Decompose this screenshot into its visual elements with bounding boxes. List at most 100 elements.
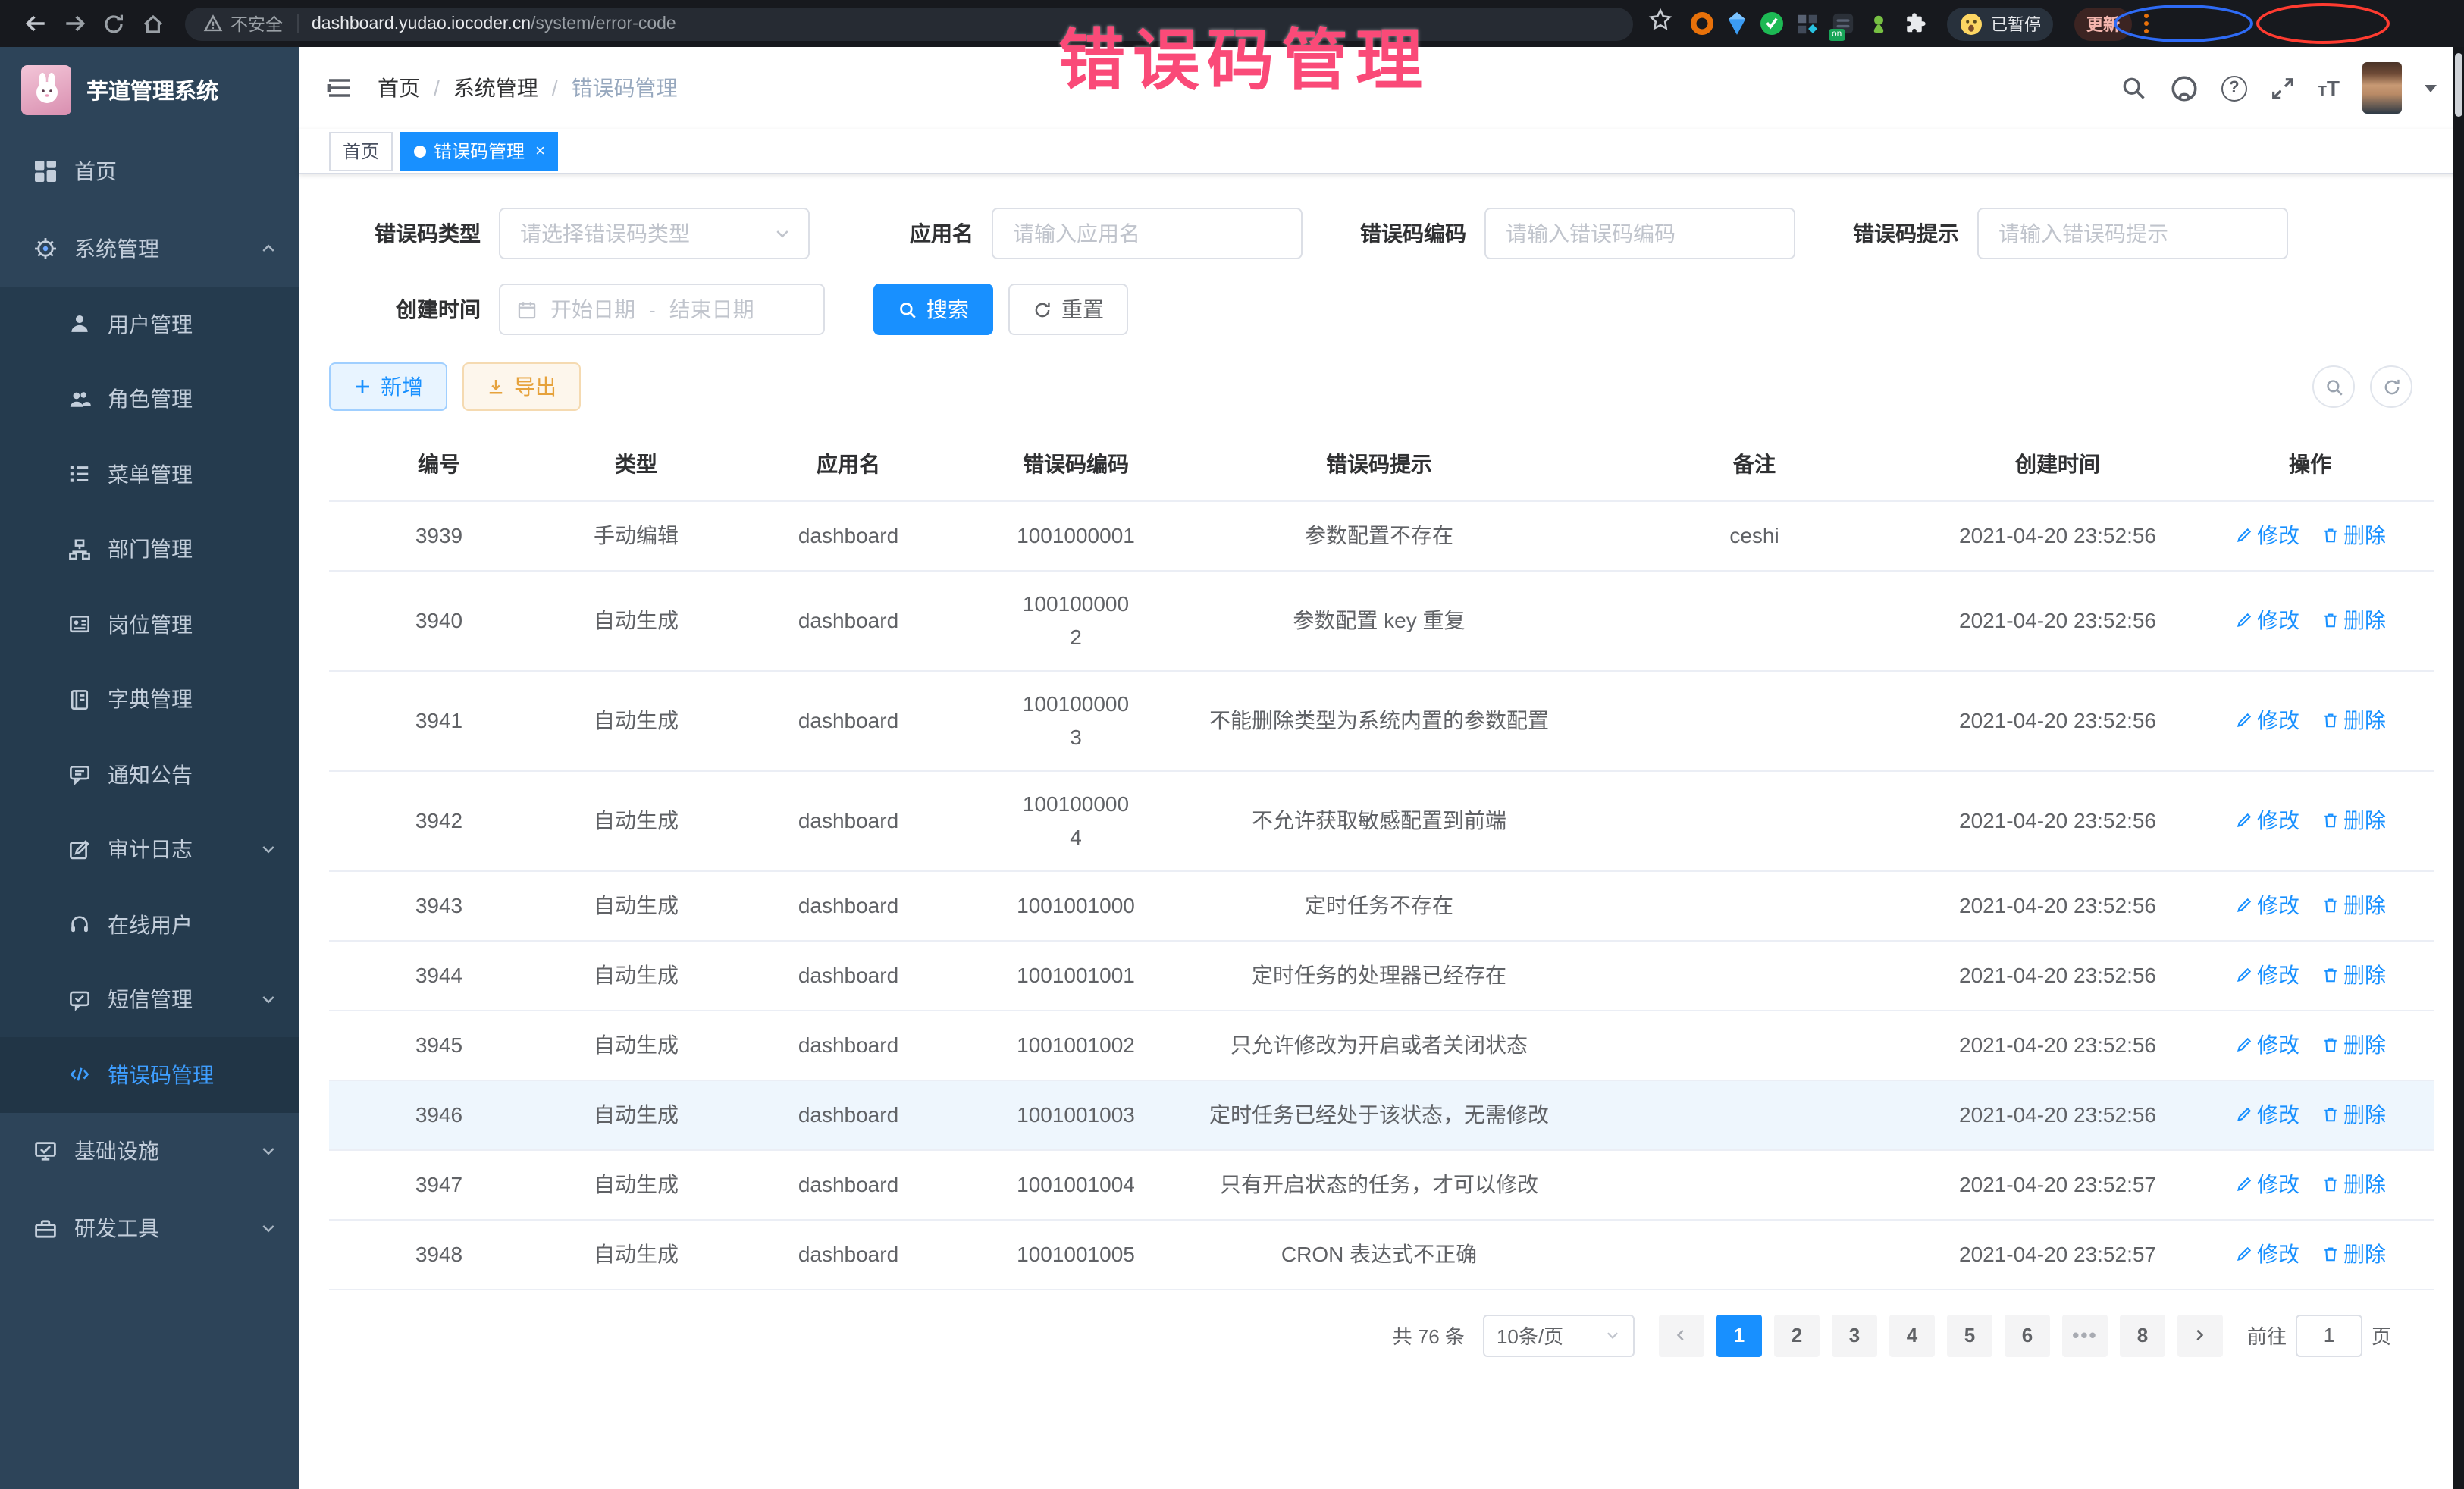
breadcrumb-system[interactable]: 系统管理 xyxy=(453,73,538,103)
sidebar-item-sms[interactable]: 短信管理 xyxy=(0,962,299,1037)
sidebar-item-roles[interactable]: 角色管理 xyxy=(0,362,299,437)
sidebar-item-online-users[interactable]: 在线用户 xyxy=(0,887,299,962)
type-select-input[interactable] xyxy=(517,220,767,247)
sidebar-item-error-code[interactable]: 错误码管理 xyxy=(0,1037,299,1112)
sidebar-item-notices[interactable]: 通知公告 xyxy=(0,737,299,812)
toggle-search-button[interactable] xyxy=(2312,365,2355,408)
prev-page-button[interactable] xyxy=(1659,1314,1704,1356)
extension-adblock-icon[interactable] xyxy=(1691,12,1713,35)
edit-link[interactable]: 修改 xyxy=(2234,1239,2299,1269)
reset-button[interactable]: 重置 xyxy=(1008,284,1128,335)
table-row-hovered[interactable]: 3946自动生成dashboard1001001003定时任务已经处于该状态，无… xyxy=(329,1080,2434,1149)
reload-icon[interactable] xyxy=(94,5,133,42)
page-size-select[interactable]: 10条/页 xyxy=(1483,1314,1635,1356)
table-row[interactable]: 3943自动生成dashboard1001001000定时任务不存在2021-0… xyxy=(329,870,2434,940)
extension-tampermonkey-icon[interactable]: on xyxy=(1832,12,1854,35)
goto-page-input[interactable] xyxy=(2296,1314,2362,1356)
type-select[interactable] xyxy=(499,208,810,259)
page-button-3[interactable]: 3 xyxy=(1832,1314,1877,1356)
app-input-wrap[interactable] xyxy=(992,208,1303,259)
page-button-6[interactable]: 6 xyxy=(2005,1314,2050,1356)
edit-link[interactable]: 修改 xyxy=(2234,960,2299,990)
delete-link[interactable]: 删除 xyxy=(2321,960,2386,990)
table-row[interactable]: 3945自动生成dashboard1001001002只允许修改为开启或者关闭状… xyxy=(329,1010,2434,1080)
app-logo[interactable]: 芋道管理系统 xyxy=(0,47,299,132)
code-input-wrap[interactable] xyxy=(1484,208,1795,259)
scrollbar-thumb[interactable] xyxy=(2455,53,2462,117)
table-row[interactable]: 3942自动生成dashboard100100000 4不允许获取敏感配置到前端… xyxy=(329,770,2434,870)
chevron-down-icon[interactable] xyxy=(2425,84,2437,92)
header-search-icon[interactable] xyxy=(2120,74,2147,102)
back-icon[interactable] xyxy=(15,5,55,42)
delete-link[interactable]: 删除 xyxy=(2321,805,2386,835)
table-row[interactable]: 3940自动生成dashboard100100000 2参数配置 key 重复2… xyxy=(329,570,2434,670)
github-icon[interactable] xyxy=(2170,74,2199,102)
delete-link[interactable]: 删除 xyxy=(2321,1099,2386,1130)
sidebar-item-posts[interactable]: 岗位管理 xyxy=(0,587,299,662)
sidebar-item-audit-log[interactable]: 审计日志 xyxy=(0,812,299,887)
edit-link[interactable]: 修改 xyxy=(2234,1099,2299,1130)
refresh-table-button[interactable] xyxy=(2370,365,2412,408)
bookmark-star-icon[interactable] xyxy=(1648,8,1672,39)
delete-link[interactable]: 删除 xyxy=(2321,1239,2386,1269)
edit-link[interactable]: 修改 xyxy=(2234,605,2299,635)
sidebar-item-departments[interactable]: 部门管理 xyxy=(0,512,299,587)
sidebar-item-system[interactable]: 系统管理 xyxy=(0,209,299,287)
page-button-1[interactable]: 1 xyxy=(1716,1314,1762,1356)
sidebar-item-users[interactable]: 用户管理 xyxy=(0,287,299,362)
next-page-button[interactable] xyxy=(2177,1314,2223,1356)
edit-link[interactable]: 修改 xyxy=(2234,1030,2299,1060)
page-button-2[interactable]: 2 xyxy=(1774,1314,1820,1356)
more-pages-button[interactable]: ••• xyxy=(2062,1314,2108,1356)
browser-scrollbar[interactable] xyxy=(2453,47,2464,1489)
table-row[interactable]: 3944自动生成dashboard1001001001定时任务的处理器已经存在2… xyxy=(329,940,2434,1010)
close-icon[interactable]: × xyxy=(535,142,545,160)
edit-link[interactable]: 修改 xyxy=(2234,1169,2299,1199)
tab-home[interactable]: 首页 xyxy=(329,131,393,171)
start-date-input[interactable] xyxy=(546,296,640,323)
edit-link[interactable]: 修改 xyxy=(2234,520,2299,550)
edit-link[interactable]: 修改 xyxy=(2234,805,2299,835)
user-avatar[interactable] xyxy=(2362,62,2402,114)
sidebar-item-menus[interactable]: 菜单管理 xyxy=(0,437,299,512)
page-button-5[interactable]: 5 xyxy=(1947,1314,1992,1356)
delete-link[interactable]: 删除 xyxy=(2321,605,2386,635)
delete-link[interactable]: 删除 xyxy=(2321,520,2386,550)
edit-link[interactable]: 修改 xyxy=(2234,705,2299,735)
breadcrumb-home[interactable]: 首页 xyxy=(378,73,420,103)
delete-link[interactable]: 删除 xyxy=(2321,890,2386,920)
sidebar-item-home[interactable]: 首页 xyxy=(0,132,299,209)
app-input[interactable] xyxy=(1010,220,1284,247)
sidebar-item-infra[interactable]: 基础设施 xyxy=(0,1112,299,1190)
add-button[interactable]: 新增 xyxy=(329,362,447,411)
date-range-picker[interactable]: - xyxy=(499,284,825,335)
fullscreen-icon[interactable] xyxy=(2270,75,2296,101)
page-button-4[interactable]: 4 xyxy=(1889,1314,1935,1356)
tab-error-code[interactable]: 错误码管理 × xyxy=(400,131,559,171)
delete-link[interactable]: 删除 xyxy=(2321,1169,2386,1199)
home-icon[interactable] xyxy=(133,5,173,42)
table-row[interactable]: 3941自动生成dashboard100100000 3不能删除类型为系统内置的… xyxy=(329,670,2434,770)
edit-link[interactable]: 修改 xyxy=(2234,890,2299,920)
delete-link[interactable]: 删除 xyxy=(2321,1030,2386,1060)
sidebar-item-dev-tools[interactable]: 研发工具 xyxy=(0,1190,299,1267)
forward-icon[interactable] xyxy=(55,5,94,42)
table-row[interactable]: 3948自动生成dashboard1001001005CRON 表达式不正确20… xyxy=(329,1219,2434,1289)
msg-input-wrap[interactable] xyxy=(1977,208,2288,259)
hamburger-icon[interactable] xyxy=(326,74,353,102)
sidebar-item-dict[interactable]: 字典管理 xyxy=(0,662,299,737)
font-size-icon[interactable]: TT xyxy=(2318,77,2340,99)
end-date-input[interactable] xyxy=(665,296,759,323)
delete-link[interactable]: 删除 xyxy=(2321,705,2386,735)
msg-input[interactable] xyxy=(1995,220,2270,247)
extension-frog-icon[interactable] xyxy=(1868,13,1889,34)
extensions-puzzle-icon[interactable] xyxy=(1903,12,1926,35)
export-button[interactable]: 导出 xyxy=(462,362,581,411)
extension-green-icon[interactable] xyxy=(1760,12,1783,35)
table-row[interactable]: 3939手动编辑dashboard1001000001参数配置不存在ceshi2… xyxy=(329,500,2434,570)
search-button[interactable]: 搜索 xyxy=(873,284,993,335)
help-icon[interactable]: ? xyxy=(2221,75,2247,101)
extension-grid-icon[interactable] xyxy=(1797,13,1818,34)
browser-profile-chip[interactable]: 已暂停 xyxy=(1947,7,2053,40)
table-row[interactable]: 3947自动生成dashboard1001001004只有开启状态的任务，才可以… xyxy=(329,1149,2434,1219)
